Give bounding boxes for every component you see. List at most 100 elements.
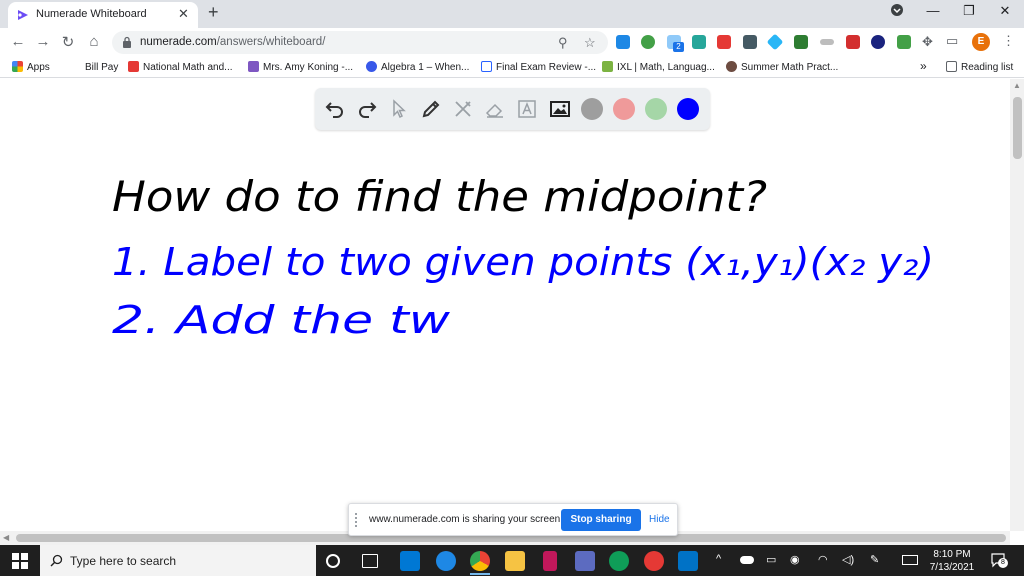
onedrive-icon[interactable] xyxy=(740,556,754,564)
screen-share-banner: www.numerade.com is sharing your screen.… xyxy=(348,503,678,536)
bookmark-favicon-icon xyxy=(481,61,492,72)
bookmark-summer-math[interactable]: Summer Math Pract... xyxy=(726,61,838,73)
extension-icon[interactable] xyxy=(641,35,655,49)
bookmark-national-math[interactable]: National Math and... xyxy=(128,61,233,73)
extension-icon[interactable] xyxy=(616,35,630,49)
tab-strip: Numerade Whiteboard ✕ + — ❐ ✕ xyxy=(0,0,1024,28)
extension-icon[interactable]: 2 xyxy=(667,35,684,52)
scroll-left-icon[interactable]: ◀ xyxy=(3,533,9,542)
bookmark-label: IXL | Math, Languag... xyxy=(617,62,715,73)
url-path: /answers/whiteboard/ xyxy=(216,36,326,48)
extension-icon[interactable] xyxy=(897,35,911,49)
drag-handle-icon[interactable] xyxy=(355,513,359,527)
forward-button[interactable]: → xyxy=(33,33,53,50)
tab-title: Numerade Whiteboard xyxy=(36,8,147,20)
apps-grid-icon xyxy=(12,61,23,72)
reload-button[interactable]: ↻ xyxy=(58,33,78,51)
extension-icon[interactable] xyxy=(794,35,808,49)
meet-now-icon[interactable]: ◉ xyxy=(790,553,800,566)
clock-date: 7/13/2021 xyxy=(929,562,975,573)
app-icon[interactable] xyxy=(436,551,456,571)
active-app-indicator xyxy=(470,573,490,575)
numerade-favicon-icon xyxy=(18,10,28,20)
zoom-icon[interactable]: ⚲ xyxy=(558,35,568,51)
extension-icon[interactable] xyxy=(692,35,706,49)
bookmark-label: Summer Math Pract... xyxy=(741,62,839,73)
close-window-button[interactable]: ✕ xyxy=(990,3,1020,19)
bookmark-favicon-icon xyxy=(128,61,139,72)
tab-search-button[interactable] xyxy=(882,3,912,20)
pen-workspace-icon[interactable]: ✎ xyxy=(870,553,879,566)
taskbar-clock[interactable]: 8:10 PM 7/13/2021 xyxy=(928,548,976,574)
restore-button[interactable]: ❐ xyxy=(954,3,984,19)
clock-time: 8:10 PM xyxy=(933,549,971,560)
ixl-icon xyxy=(602,61,613,72)
cast-icon[interactable]: ▭ xyxy=(946,33,958,49)
bookmark-bill-pay[interactable]: Bill Pay xyxy=(70,61,118,73)
chevron-down-icon xyxy=(891,4,903,16)
search-icon xyxy=(50,554,63,567)
taskbar-search-box[interactable]: Type here to search xyxy=(40,545,316,576)
bookmark-final-exam-review[interactable]: Final Exam Review -... xyxy=(481,61,596,73)
reading-list-button[interactable]: Reading list xyxy=(946,61,1013,73)
volume-icon[interactable]: ◁) xyxy=(842,553,854,566)
stop-sharing-button[interactable]: Stop sharing xyxy=(561,509,641,531)
extension-icon[interactable] xyxy=(820,39,834,45)
tab-close-icon[interactable]: ✕ xyxy=(178,6,189,22)
menu-kebab-icon[interactable]: ⋮ xyxy=(1002,33,1015,49)
edge-icon[interactable] xyxy=(609,551,629,571)
task-view-icon[interactable] xyxy=(362,554,378,568)
bookmark-label: Bill Pay xyxy=(85,62,119,73)
puzzle-extensions-icon[interactable]: ✥ xyxy=(922,34,933,50)
notifications-icon[interactable]: 8 xyxy=(990,552,1008,568)
bookmark-star-icon[interactable]: ☆ xyxy=(584,35,596,51)
handwritten-title: How do to find the midpoint? xyxy=(112,172,767,221)
back-button[interactable]: ← xyxy=(8,33,28,50)
extension-icon[interactable] xyxy=(766,33,784,51)
handwritten-step-2: 2. Add the tw xyxy=(112,298,451,342)
cortana-icon[interactable] xyxy=(326,554,340,568)
vertical-scrollbar[interactable]: ▲ xyxy=(1010,79,1024,531)
bookmark-amy-koning[interactable]: Mrs. Amy Koning -... xyxy=(248,61,353,73)
bookmark-favicon-icon xyxy=(248,61,259,72)
app-icon[interactable] xyxy=(543,551,557,571)
scrollbar-thumb[interactable] xyxy=(1013,97,1022,159)
extension-icon[interactable] xyxy=(743,35,757,49)
search-placeholder: Type here to search xyxy=(70,554,177,568)
new-tab-button[interactable]: + xyxy=(208,2,219,23)
scroll-up-icon[interactable]: ▲ xyxy=(1013,81,1021,90)
wifi-icon[interactable]: ◠ xyxy=(818,553,828,566)
app-icon[interactable] xyxy=(644,551,664,571)
lock-icon xyxy=(123,36,131,48)
store-icon[interactable] xyxy=(575,551,595,571)
keyboard-icon[interactable] xyxy=(902,555,918,565)
url-text: numerade.com/answers/whiteboard/ xyxy=(140,36,325,48)
bookmark-ixl[interactable]: IXL | Math, Languag... xyxy=(602,61,715,73)
pdf-extension-icon[interactable] xyxy=(846,35,860,49)
profile-avatar[interactable]: E xyxy=(972,33,990,51)
network-icon[interactable]: ▭ xyxy=(766,553,776,566)
file-explorer-icon[interactable] xyxy=(505,551,525,571)
tray-overflow-icon[interactable]: ^ xyxy=(716,553,721,565)
bookmark-apps[interactable]: Apps xyxy=(12,61,50,73)
home-button[interactable]: ⌂ xyxy=(84,33,104,50)
browser-toolbar: ← → ↻ ⌂ numerade.com/answers/whiteboard/… xyxy=(0,28,1024,56)
address-bar[interactable]: numerade.com/answers/whiteboard/ ⚲ ☆ xyxy=(112,31,608,54)
bookmark-label: Algebra 1 – When... xyxy=(381,62,470,73)
extension-icon[interactable] xyxy=(871,35,885,49)
share-message: www.numerade.com is sharing your screen. xyxy=(369,514,563,525)
outlook-icon[interactable] xyxy=(678,551,698,571)
bookmark-label: Apps xyxy=(27,62,50,73)
tab-numerade-whiteboard[interactable]: Numerade Whiteboard ✕ xyxy=(8,2,198,28)
windows-taskbar: Type here to search ^ ▭ ◉ ◠ ◁) ✎ 8:10 PM… xyxy=(0,545,1024,576)
extension-icon[interactable] xyxy=(717,35,731,49)
weather-icon[interactable] xyxy=(400,551,420,571)
bookmark-algebra-1[interactable]: Algebra 1 – When... xyxy=(366,61,469,73)
hide-banner-button[interactable]: Hide xyxy=(649,514,670,525)
chrome-icon[interactable] xyxy=(470,551,490,571)
minimize-button[interactable]: — xyxy=(918,3,948,18)
bookmarks-overflow-button[interactable]: » xyxy=(920,59,927,73)
handwritten-step-1: 1. Label to two given points (x₁,y₁)(x₂ … xyxy=(112,240,934,284)
reading-list-label: Reading list xyxy=(961,62,1014,73)
windows-start-icon[interactable] xyxy=(12,553,28,569)
